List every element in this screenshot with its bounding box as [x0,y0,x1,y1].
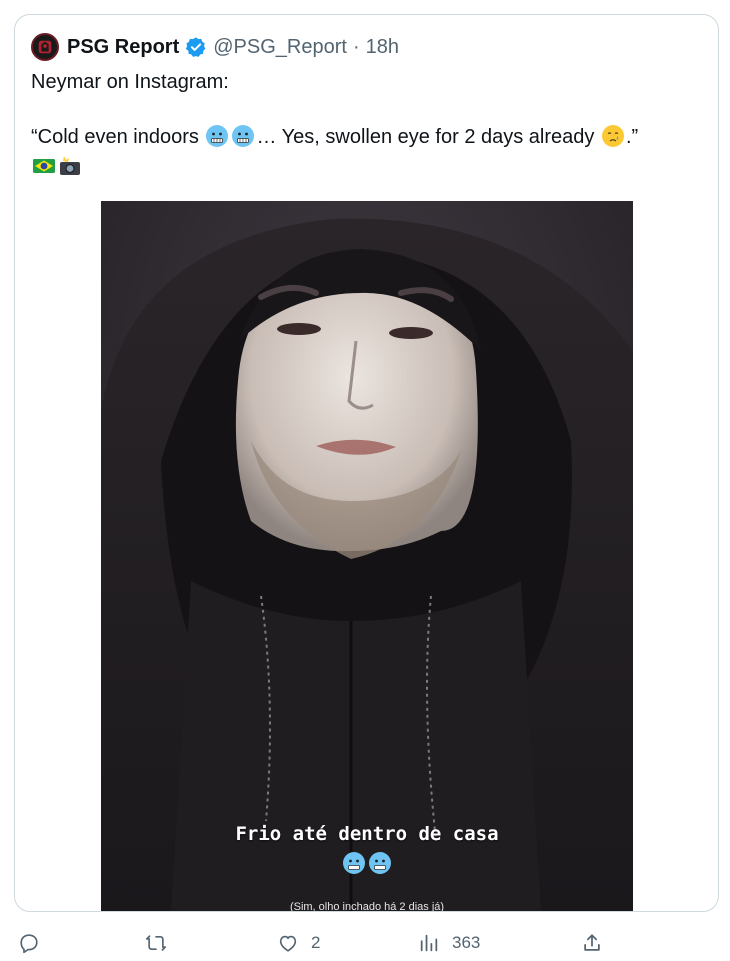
brazil-flag-emoji-icon [33,159,55,173]
camera-flash-emoji-icon [60,156,80,175]
tweet-card[interactable]: PSG Report @PSG_Report · 18h Neymar on I… [14,14,719,912]
views-count: 363 [452,933,481,952]
quote-open-text: “Cold even indoors [31,126,199,148]
heart-icon [279,935,297,952]
avatar[interactable] [31,33,59,61]
selfie-photo [101,201,633,911]
retweet-icon [146,935,166,951]
photo-caption-emojis [101,851,633,875]
separator-dot: · [352,35,360,58]
tweet-line-1: Neymar on Instagram: [31,71,229,93]
timestamp[interactable]: 18h [366,36,399,59]
verified-badge-icon [185,36,207,58]
crying-face-emoji-icon [601,125,624,147]
photo-caption-sub: (Sim, olho inchado há 2 dias já) [289,901,445,912]
tweet-header: PSG Report @PSG_Report · 18h [31,33,399,61]
like-count: 2 [311,933,321,952]
display-name[interactable]: PSG Report [67,36,179,59]
photo-caption: Frio até dentro de casa [235,823,499,845]
psg-logo-icon [38,40,52,54]
cold-face-emoji-icon [369,852,391,874]
cold-face-emoji-icon [343,852,365,874]
tweet-media-photo[interactable]: Frio até dentro de casa (Sim, olho incha… [101,201,633,912]
tweet-text: Neymar on Instagram: “Cold even indoors … [31,67,701,182]
quote-mid-text: … Yes, swollen eye for 2 days already [256,126,595,148]
cold-face-emoji-icon [232,125,255,147]
quote-close-text: .” [625,126,639,148]
share-icon [584,934,600,951]
reply-icon [20,934,38,954]
cold-face-emoji-icon [206,125,229,147]
user-handle[interactable]: @PSG_Report [213,36,347,59]
tweet-quote: “Cold even indoors … Yes, swollen eye fo… [31,122,701,182]
views-chart-icon [420,934,438,952]
